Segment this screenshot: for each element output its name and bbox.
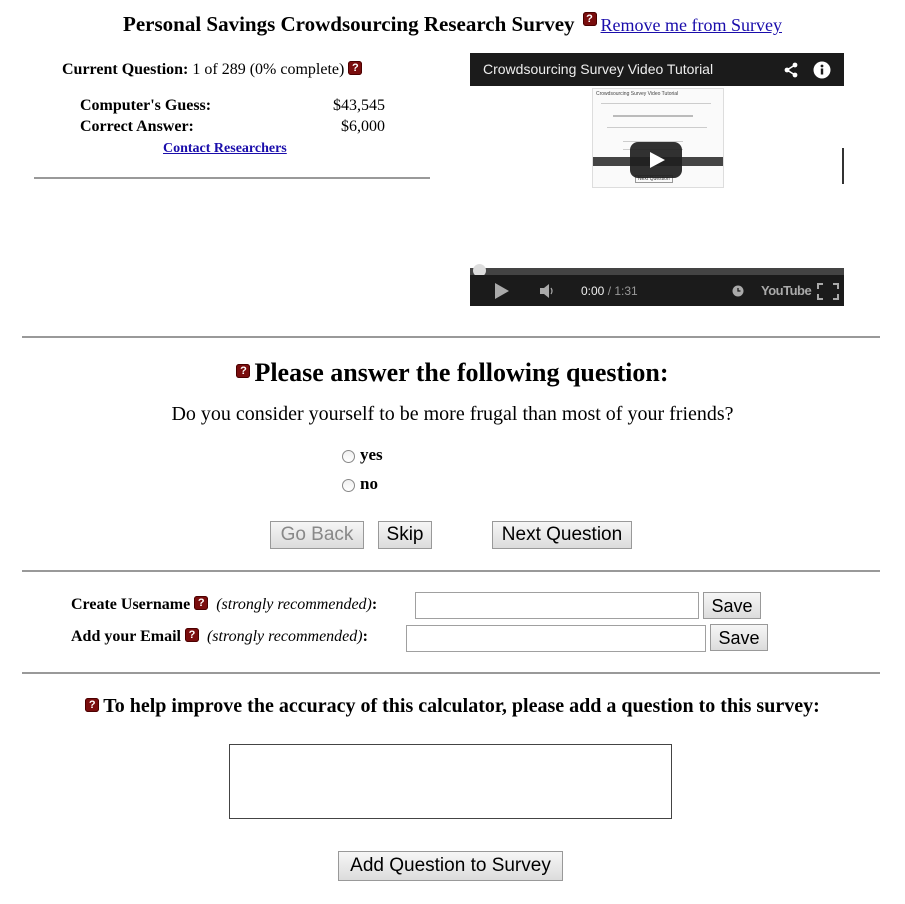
correct-answer-value: $6,000 [341,118,385,135]
video-play-overlay-icon[interactable] [630,142,682,178]
video-time: 0:00 / 1:31 [581,284,638,298]
add-question-button[interactable]: Add Question to Survey [338,851,563,881]
question-heading: Please answer the following question: [254,358,669,387]
radio-yes[interactable] [342,449,355,463]
video-title[interactable]: Crowdsourcing Survey Video Tutorial [483,61,713,77]
thumbnail-title: Crowdsourcing Survey Video Tutorial [596,91,679,97]
volume-icon[interactable] [539,284,555,298]
thumbnail-line [613,115,693,117]
divider [34,177,430,179]
help-icon[interactable]: ? [236,364,251,378]
help-icon[interactable]: ? [85,698,100,712]
thumbnail-line [601,103,711,104]
info-icon[interactable] [813,61,831,79]
thumbnail-line [607,127,707,128]
save-username-button[interactable]: Save [703,592,761,619]
answer-option-yes[interactable]: yes [342,445,383,465]
radio-no[interactable] [342,478,355,492]
remove-from-survey-link[interactable]: Remove me from Survey [601,15,782,35]
page-title-row: Personal Savings Crowdsourcing Research … [0,12,905,37]
username-label: Create Username [71,596,191,613]
question-text: Do you consider yourself to be more frug… [171,403,734,425]
help-icon[interactable]: ? [184,628,199,642]
answer-label-yes: yes [360,445,383,464]
email-colon: : [362,628,368,645]
username-recommended: (strongly recommended) [216,596,372,613]
thumbnail-side-line [842,148,844,184]
share-icon[interactable] [783,62,799,78]
improve-heading-row: ? To help improve the accuracy of this c… [0,695,905,718]
go-back-button[interactable]: Go Back [270,521,364,549]
email-input[interactable] [406,625,706,652]
next-question-button[interactable]: Next Question [492,521,632,549]
divider [22,672,880,674]
help-icon[interactable]: ? [194,596,209,610]
skip-button[interactable]: Skip [378,521,432,549]
fullscreen-icon[interactable] [817,283,839,300]
email-recommended: (strongly recommended) [206,628,363,645]
username-colon: : [371,596,378,613]
computers-guess-value: $43,545 [333,97,385,114]
divider [22,570,880,572]
current-question-row: Current Question: 1 of 289 (0% complete)… [62,61,363,79]
correct-answer-label: Correct Answer: [80,118,194,135]
username-label-row: Create Username ? (strongly recommended)… [71,596,377,614]
answer-option-no[interactable]: no [342,474,378,494]
current-question-value: 1 of 289 (0% complete) [192,61,345,78]
improve-heading: To help improve the accuracy of this cal… [103,695,820,717]
video-time-total: / 1:31 [607,284,638,298]
computers-guess-label: Computer's Guess: [80,97,212,114]
contact-researchers-link[interactable]: Contact Researchers [163,141,287,157]
video-player[interactable]: Crowdsourcing Survey Video Tutorial Crow… [470,53,844,306]
email-label: Add your Email [71,628,181,645]
help-icon[interactable]: ? [582,12,597,26]
video-progress-track[interactable] [470,268,844,275]
save-email-button[interactable]: Save [710,624,768,651]
video-time-current: 0:00 [581,284,605,298]
email-label-row: Add your Email ? (strongly recommended): [71,628,368,646]
divider [22,336,880,338]
play-icon[interactable] [494,282,510,300]
help-icon[interactable]: ? [348,61,363,75]
page-title: Personal Savings Crowdsourcing Research … [123,12,575,36]
username-input[interactable] [415,592,699,619]
new-question-textarea[interactable] [229,744,672,819]
current-question-label: Current Question: [62,61,189,78]
youtube-logo[interactable]: YouTube [761,283,812,298]
question-heading-row: ? Please answer the following question: [0,358,905,388]
answer-label-no: no [360,474,378,493]
watch-later-icon[interactable] [732,285,744,297]
